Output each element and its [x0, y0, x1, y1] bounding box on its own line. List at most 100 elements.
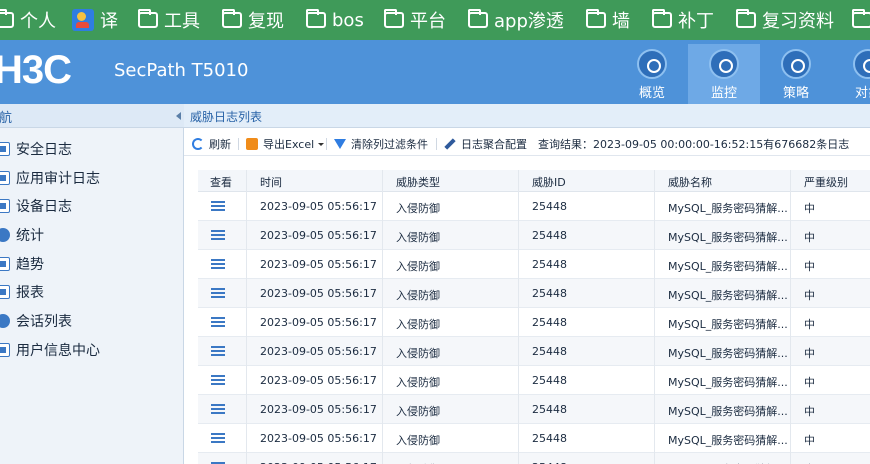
cell-threat-id: 25448 — [532, 345, 567, 358]
sidebar-item-app-audit-log[interactable]: 应用审计日志 — [0, 167, 100, 189]
filter-icon — [334, 139, 346, 149]
sidebar-item-session-list[interactable]: 会话列表 — [0, 310, 72, 332]
gauge-icon — [637, 49, 667, 79]
clear-filter-button[interactable]: 清除列过滤条件 — [334, 136, 428, 152]
cell-threat-id: 25448 — [532, 316, 567, 329]
table-row[interactable]: 2023-09-05 05:56:17入侵防御25448MySQL_服务密码猜解… — [198, 308, 870, 337]
bookmark-tools[interactable]: 工具 — [138, 0, 200, 40]
log-aggregate-config-button[interactable]: 日志聚合配置 — [444, 136, 527, 152]
cell-threat-id: 25448 — [532, 374, 567, 387]
cell-threat-id: 25448 — [532, 403, 567, 416]
table-row[interactable]: 2023-09-05 05:56:17入侵防御25448MySQL_服务密码猜解… — [198, 279, 870, 308]
brand-logo: H3C — [0, 48, 72, 92]
folder-icon — [852, 9, 870, 28]
cell-severity: 中 — [804, 260, 815, 273]
table-row[interactable]: 2023-09-05 05:56:17入侵防御25448MySQL_服务密码猜解… — [198, 366, 870, 395]
column-divider — [382, 170, 383, 464]
log-icon — [0, 199, 10, 213]
bookmark-wall[interactable]: 墙 — [586, 0, 630, 40]
bookmark-personal[interactable]: 个人 — [0, 0, 56, 40]
nav-objects[interactable]: 对象 — [832, 44, 870, 104]
view-details-icon[interactable] — [211, 404, 225, 415]
column-divider — [654, 170, 655, 464]
chevron-down-icon — [318, 142, 325, 146]
table-row[interactable]: 2023-09-05 05:56:17入侵防御25448MySQL_服务密码猜解… — [198, 453, 870, 464]
bookmark-patch[interactable]: 补丁 — [652, 0, 714, 40]
bookmark-platform[interactable]: 平台 — [384, 0, 446, 40]
column-header-severity[interactable]: 严重级别 — [804, 174, 848, 190]
cell-time: 2023-09-05 05:56:17 — [260, 403, 377, 416]
cell-threat-type: 入侵防御 — [396, 260, 440, 273]
panel-title-bar: 威胁日志列表 — [184, 104, 870, 128]
cell-threat-name: MySQL_服务密码猜解... — [668, 376, 788, 389]
panel-title: 威胁日志列表 — [190, 110, 263, 124]
sidebar-title: 导航 — [0, 111, 13, 126]
table-row[interactable]: 2023-09-05 05:56:17入侵防御25448MySQL_服务密码猜解… — [198, 424, 870, 453]
refresh-button[interactable]: 刷新 — [192, 136, 231, 152]
app-header: H3C SecPath T5010 概览 监控 策略 对象 — [0, 40, 870, 104]
column-header-threat-id[interactable]: 威胁ID — [532, 174, 566, 190]
folder-icon — [384, 9, 404, 28]
table-row[interactable]: 2023-09-05 05:56:17 入侵防御 25448 MySQL_服务密码猜解… — [198, 395, 870, 424]
cell-threat-id: 25448 — [532, 229, 567, 242]
nav-overview[interactable]: 概览 — [616, 44, 688, 104]
sidebar-item-user-info[interactable]: 用户信息中心 — [0, 339, 100, 361]
export-excel-button[interactable]: 导出Excel — [246, 136, 325, 152]
table-row[interactable]: 2023-09-05 05:56:17入侵防御25448MySQL_服务密码猜解… — [198, 250, 870, 279]
sidebar-item-security-log[interactable]: 安全日志 — [0, 138, 72, 160]
bookmark-review[interactable]: 复习资料 — [736, 0, 834, 40]
cell-severity: 中 — [804, 347, 815, 360]
cell-threat-type: 入侵防御 — [396, 318, 440, 331]
bookmark-bos[interactable]: bos — [306, 0, 364, 40]
log-icon — [0, 171, 10, 185]
view-details-icon[interactable] — [211, 346, 225, 357]
nav-policy[interactable]: 策略 — [760, 44, 832, 104]
view-details-icon[interactable] — [211, 201, 225, 212]
column-header-time[interactable]: 时间 — [260, 174, 282, 190]
view-details-icon[interactable] — [211, 259, 225, 270]
collapse-arrow-icon[interactable] — [176, 112, 181, 120]
cell-time: 2023-09-05 05:56:17 — [260, 229, 377, 242]
cell-time: 2023-09-05 05:56:17 — [260, 432, 377, 445]
sidebar-item-trend[interactable]: 趋势 — [0, 253, 44, 275]
bookmark-reproduce[interactable]: 复现 — [222, 0, 284, 40]
column-header-threat-name[interactable]: 威胁名称 — [668, 174, 712, 190]
bookmark-overflow[interactable] — [852, 0, 870, 40]
table-row[interactable]: 2023-09-05 05:56:17入侵防御25448MySQL_服务密码猜解… — [198, 221, 870, 250]
sidebar-item-device-log[interactable]: 设备日志 — [0, 195, 72, 217]
table-row[interactable]: 2023-09-05 05:56:17入侵防御25448MySQL_服务密码猜解… — [198, 337, 870, 366]
cell-threat-name: MySQL_服务密码猜解... — [668, 347, 788, 360]
folder-icon — [652, 9, 672, 28]
report-icon — [0, 285, 10, 299]
cell-severity: 中 — [804, 318, 815, 331]
view-details-icon[interactable] — [211, 230, 225, 241]
cell-threat-name: MySQL_服务密码猜解... — [668, 289, 788, 302]
cell-threat-id: 25448 — [532, 258, 567, 271]
column-header-view[interactable]: 查看 — [210, 174, 232, 190]
toolbar-separator — [238, 138, 239, 150]
table-header: 查看 时间 威胁类型 威胁ID 威胁名称 严重级别 — [198, 170, 870, 192]
cell-threat-name: MySQL_服务密码猜解... — [668, 405, 788, 418]
view-details-icon[interactable] — [211, 317, 225, 328]
log-icon — [0, 142, 10, 156]
nav-monitor[interactable]: 监控 — [688, 44, 760, 104]
sidebar-item-statistics[interactable]: 统计 — [0, 224, 44, 246]
cell-threat-type: 入侵防御 — [396, 405, 440, 418]
cell-severity: 中 — [804, 434, 815, 447]
toolbar-separator — [326, 138, 327, 150]
share-icon — [853, 49, 870, 79]
cell-threat-name: MySQL_服务密码猜解... — [668, 318, 788, 331]
view-details-icon[interactable] — [211, 375, 225, 386]
bookmark-translate[interactable]: 译 — [72, 0, 118, 40]
cell-threat-type: 入侵防御 — [396, 376, 440, 389]
pie-chart-icon — [0, 228, 10, 242]
sidebar-item-report[interactable]: 报表 — [0, 281, 44, 303]
cell-threat-id: 25448 — [532, 287, 567, 300]
view-details-icon[interactable] — [211, 288, 225, 299]
column-header-threat-type[interactable]: 威胁类型 — [396, 174, 440, 190]
bookmark-app-pentest[interactable]: app渗透 — [468, 0, 564, 40]
view-details-icon[interactable] — [211, 433, 225, 444]
folder-icon — [306, 9, 326, 28]
session-icon — [0, 314, 10, 328]
table-row[interactable]: 2023-09-05 05:56:17入侵防御25448MySQL_服务密码猜解… — [198, 192, 870, 221]
